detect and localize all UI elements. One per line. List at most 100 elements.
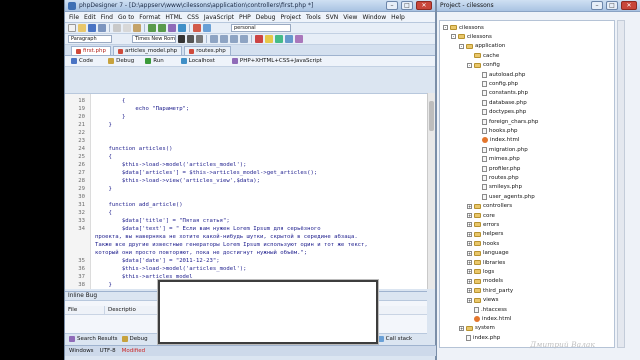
tree-item[interactable]: config.php: [475, 79, 518, 88]
tree-item[interactable]: + errors: [467, 220, 499, 229]
align-left-icon[interactable]: [210, 35, 218, 43]
tab-articles-model-php[interactable]: articles_model.php: [112, 46, 183, 55]
menu-edit[interactable]: Edit: [84, 14, 96, 21]
tree-item[interactable]: smileys.php: [475, 183, 522, 192]
preview-icon[interactable]: [203, 24, 211, 32]
expand-icon[interactable]: +: [467, 241, 472, 247]
paragraph-select[interactable]: Paragraph: [68, 35, 112, 43]
tree-item[interactable]: index.html: [475, 136, 519, 145]
tree-item[interactable]: index.html: [467, 314, 511, 323]
expand-icon[interactable]: +: [467, 231, 472, 237]
project-scrollbar[interactable]: [617, 20, 625, 348]
menu-find[interactable]: Find: [101, 14, 113, 21]
bold-icon[interactable]: [178, 35, 185, 43]
italic-icon[interactable]: [187, 35, 194, 43]
collapse-icon[interactable]: -: [467, 62, 472, 68]
tab-debug[interactable]: Debug: [121, 336, 148, 342]
expand-icon[interactable]: +: [467, 297, 472, 303]
new-file-icon[interactable]: [68, 24, 76, 32]
tree-item[interactable]: - cilessons: [451, 32, 492, 41]
align-center-icon[interactable]: [220, 35, 228, 43]
expand-icon[interactable]: +: [467, 203, 472, 209]
insert-image-icon[interactable]: [285, 35, 293, 43]
menu-debug[interactable]: Debug: [256, 14, 276, 21]
menu-view[interactable]: View: [343, 14, 357, 21]
column-file[interactable]: File: [65, 306, 105, 314]
tree-item[interactable]: constants.php: [475, 89, 528, 98]
tab-first-php[interactable]: first.php: [71, 46, 111, 55]
tree-item[interactable]: foreign_chars.php: [475, 117, 538, 126]
localhost-select[interactable]: Localhost: [179, 58, 217, 64]
tree-item[interactable]: - config: [467, 61, 500, 70]
collapse-icon[interactable]: -: [451, 34, 456, 40]
insert-link-icon[interactable]: [275, 35, 283, 43]
expand-icon[interactable]: +: [467, 288, 472, 294]
tree-item[interactable]: mimes.php: [475, 155, 520, 164]
expand-icon[interactable]: +: [467, 278, 472, 284]
save-all-icon[interactable]: [98, 24, 106, 32]
tree-item[interactable]: index.php: [459, 333, 500, 342]
copy-icon[interactable]: [123, 24, 131, 32]
open-folder-icon[interactable]: [78, 24, 86, 32]
close-button[interactable]: ✕: [416, 1, 432, 10]
project-close-button[interactable]: ✕: [621, 1, 637, 10]
project-minimize-button[interactable]: –: [591, 1, 603, 10]
menu-javascript[interactable]: JavaScript: [204, 14, 234, 21]
menu-project[interactable]: Project: [280, 14, 301, 21]
tree-item[interactable]: doctypes.php: [475, 108, 526, 117]
tree-item[interactable]: autoload.php: [475, 70, 525, 79]
collapse-icon[interactable]: -: [443, 25, 448, 30]
cut-icon[interactable]: [113, 24, 121, 32]
menu-file[interactable]: File: [69, 14, 79, 21]
tab-routes-php[interactable]: routes.php: [184, 46, 231, 55]
undo-icon[interactable]: [148, 24, 156, 32]
tab-search-results[interactable]: Search Results: [69, 336, 118, 342]
expand-icon[interactable]: +: [467, 213, 472, 218]
tree-item[interactable]: + system: [459, 324, 495, 333]
paste-icon[interactable]: [133, 24, 141, 32]
tree-item[interactable]: profiler.php: [475, 164, 520, 173]
debug-button[interactable]: Debug: [106, 58, 136, 64]
underline-icon[interactable]: [196, 35, 203, 43]
code-editor[interactable]: 18 {19 echo "Параметр"; 20 } 21 } 22 23 24 fu…: [65, 93, 427, 289]
bookmark-icon[interactable]: [193, 24, 201, 32]
highlight-icon[interactable]: [265, 35, 273, 43]
collapse-icon[interactable]: -: [459, 43, 464, 49]
run-button[interactable]: Run: [143, 58, 166, 64]
tree-item[interactable]: .htaccess: [467, 305, 507, 314]
menu-help[interactable]: Help: [391, 14, 405, 21]
profile-select[interactable]: personal: [231, 24, 291, 32]
save-icon[interactable]: [88, 24, 96, 32]
project-maximize-button[interactable]: □: [606, 1, 618, 10]
tree-item[interactable]: + core: [467, 211, 495, 220]
menu-tools[interactable]: Tools: [306, 14, 321, 21]
tree-item[interactable]: hooks.php: [475, 126, 517, 135]
tree-item[interactable]: + hooks: [467, 239, 499, 248]
tree-item[interactable]: + views: [467, 296, 499, 305]
font-select[interactable]: Times New Rom: [132, 35, 176, 43]
tree-item[interactable]: + language: [467, 249, 509, 258]
tree-item[interactable]: + controllers: [467, 202, 512, 211]
search-icon[interactable]: [168, 24, 176, 32]
minimize-button[interactable]: –: [386, 1, 398, 10]
tree-item[interactable]: migration.php: [475, 145, 528, 154]
expand-icon[interactable]: +: [467, 269, 472, 275]
status-encoding[interactable]: UTF-8: [100, 348, 116, 354]
editor-scrollbar[interactable]: [427, 93, 435, 289]
code-view-button[interactable]: Code: [69, 58, 95, 64]
column-description[interactable]: Descriptio: [105, 306, 165, 314]
tab-call-stack[interactable]: Call stack: [377, 336, 412, 342]
tree-item[interactable]: + libraries: [467, 258, 505, 267]
tree-item[interactable]: + models: [467, 277, 503, 286]
expand-icon[interactable]: +: [467, 250, 472, 256]
expand-icon[interactable]: +: [467, 222, 472, 228]
tree-item[interactable]: + third_party: [467, 286, 513, 295]
justify-icon[interactable]: [240, 35, 248, 43]
menu-html[interactable]: HTML: [165, 14, 182, 21]
tree-item[interactable]: database.php: [475, 98, 527, 107]
maximize-button[interactable]: □: [401, 1, 413, 10]
insert-table-icon[interactable]: [295, 35, 303, 43]
menu-svn[interactable]: SVN: [326, 14, 338, 21]
menu-format[interactable]: Format: [139, 14, 160, 21]
align-right-icon[interactable]: [230, 35, 238, 43]
